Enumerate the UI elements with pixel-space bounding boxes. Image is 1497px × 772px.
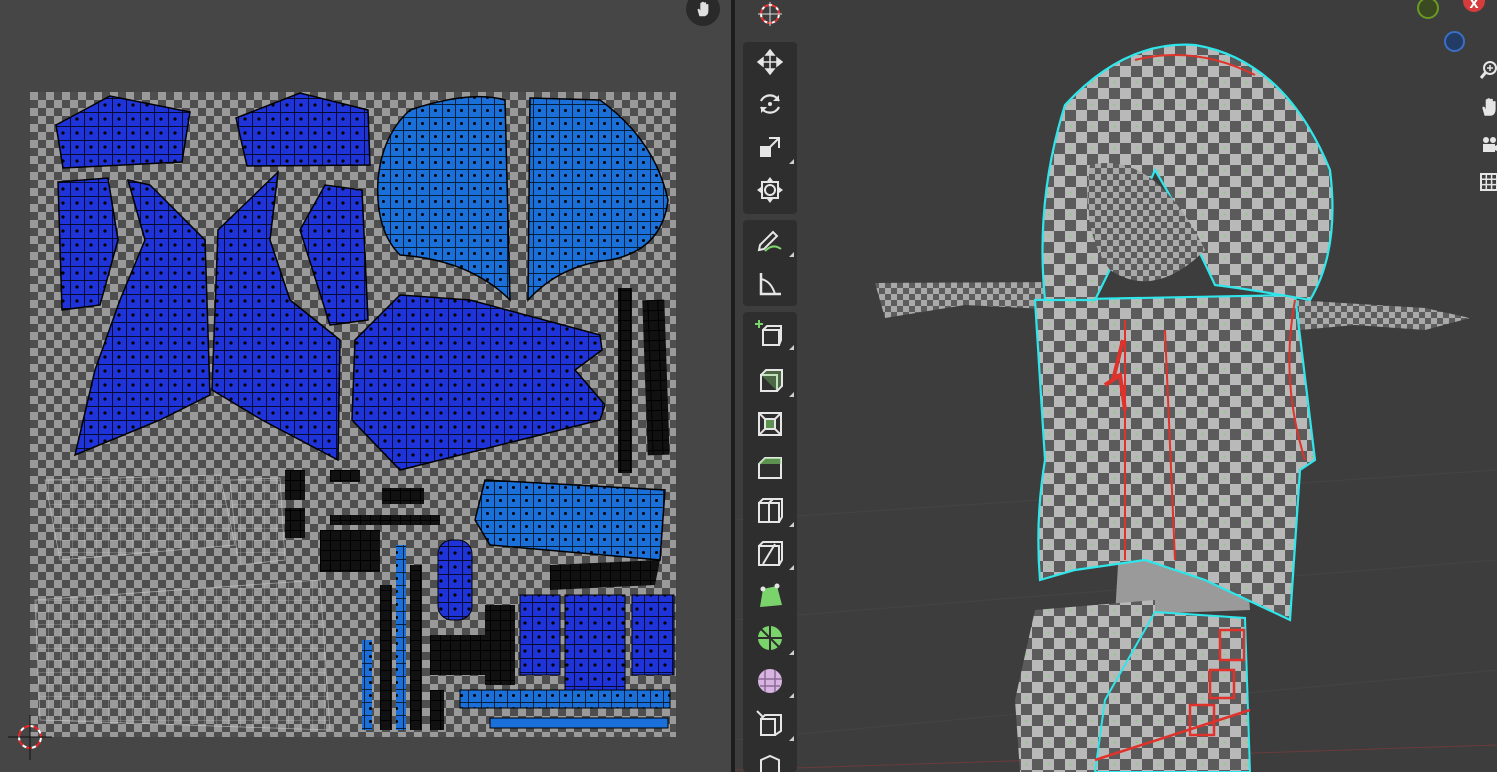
loop-cut-icon [758, 498, 783, 523]
uv-island-boot-strip[interactable] [550, 560, 660, 590]
add-cube-icon [755, 320, 782, 346]
bevel-tool[interactable] [743, 447, 797, 487]
uv-island-strip-2[interactable] [642, 299, 670, 456]
uv-island-cape[interactable] [351, 294, 606, 471]
zoom-icon [1479, 61, 1497, 79]
gizmo-x-label: X [1469, 0, 1479, 11]
uv-island-sleeve-cap-left[interactable] [55, 95, 191, 169]
uv-island-buckles[interactable] [285, 470, 440, 572]
add-cube-tool[interactable] [743, 313, 797, 353]
scale-tool[interactable] [743, 127, 797, 167]
annotate-tool[interactable] [743, 220, 797, 260]
knife-icon [758, 541, 783, 566]
rotate-tool[interactable] [743, 84, 797, 124]
uv-island-hood-right[interactable] [527, 97, 669, 302]
shear-tool[interactable] [743, 704, 797, 744]
measure-tool[interactable] [743, 264, 797, 304]
transform-tool[interactable] [743, 170, 797, 210]
rip-tool[interactable] [743, 747, 797, 772]
uv-island-arm-right[interactable] [299, 184, 369, 326]
spin-icon [758, 626, 782, 650]
pan-button[interactable] [1475, 93, 1497, 121]
inset-tool[interactable] [743, 404, 797, 444]
cursor-icon [758, 2, 782, 26]
knife-tool[interactable] [743, 533, 797, 573]
annotate-icon [757, 230, 782, 252]
smooth-tool[interactable] [743, 661, 797, 701]
ortho-grid-button[interactable] [1475, 168, 1497, 196]
measure-icon [759, 273, 781, 296]
smooth-icon [758, 669, 782, 693]
viewport-scene[interactable] [735, 0, 1497, 772]
character-arm-right[interactable] [1295, 300, 1470, 330]
uv-island-sole-left[interactable] [437, 539, 473, 621]
shear-icon [756, 710, 782, 736]
move-tool[interactable] [743, 42, 797, 82]
3d-viewport-area[interactable]: X [735, 0, 1497, 772]
uv-island-sleeve-cap-right[interactable] [235, 92, 371, 167]
bevel-icon [758, 457, 782, 479]
uv-island-hood-left[interactable] [376, 95, 511, 302]
cursor-tool[interactable] [743, 0, 797, 34]
zoom-button[interactable] [1475, 56, 1497, 84]
uv-island-strip-1[interactable] [618, 288, 632, 473]
poly-build-icon [760, 583, 782, 607]
uv-2d-cursor-icon [8, 715, 52, 760]
uv-island-arm-left[interactable] [57, 177, 119, 311]
transform-icon [757, 177, 783, 203]
hand-icon [697, 1, 709, 17]
gizmo-z-axis[interactable] [1444, 31, 1465, 52]
uv-islands-layer[interactable] [0, 0, 731, 772]
uv-editor-area[interactable] [0, 0, 731, 772]
move-icon [756, 48, 784, 76]
loop-cut-tool[interactable] [743, 490, 797, 530]
camera-icon [1483, 137, 1497, 152]
extrude-tool[interactable] [743, 360, 797, 400]
pan-hand-icon [1482, 98, 1496, 116]
scale-icon [760, 137, 780, 157]
camera-view-button[interactable] [1475, 131, 1497, 159]
inset-icon [758, 412, 782, 436]
poly-build-tool[interactable] [743, 576, 797, 616]
rip-icon [760, 754, 780, 772]
grid-icon [1480, 173, 1497, 191]
spin-tool[interactable] [743, 618, 797, 658]
extrude-icon [760, 369, 783, 392]
uv-island-boot-band[interactable] [474, 479, 666, 561]
rotate-icon [760, 94, 780, 114]
